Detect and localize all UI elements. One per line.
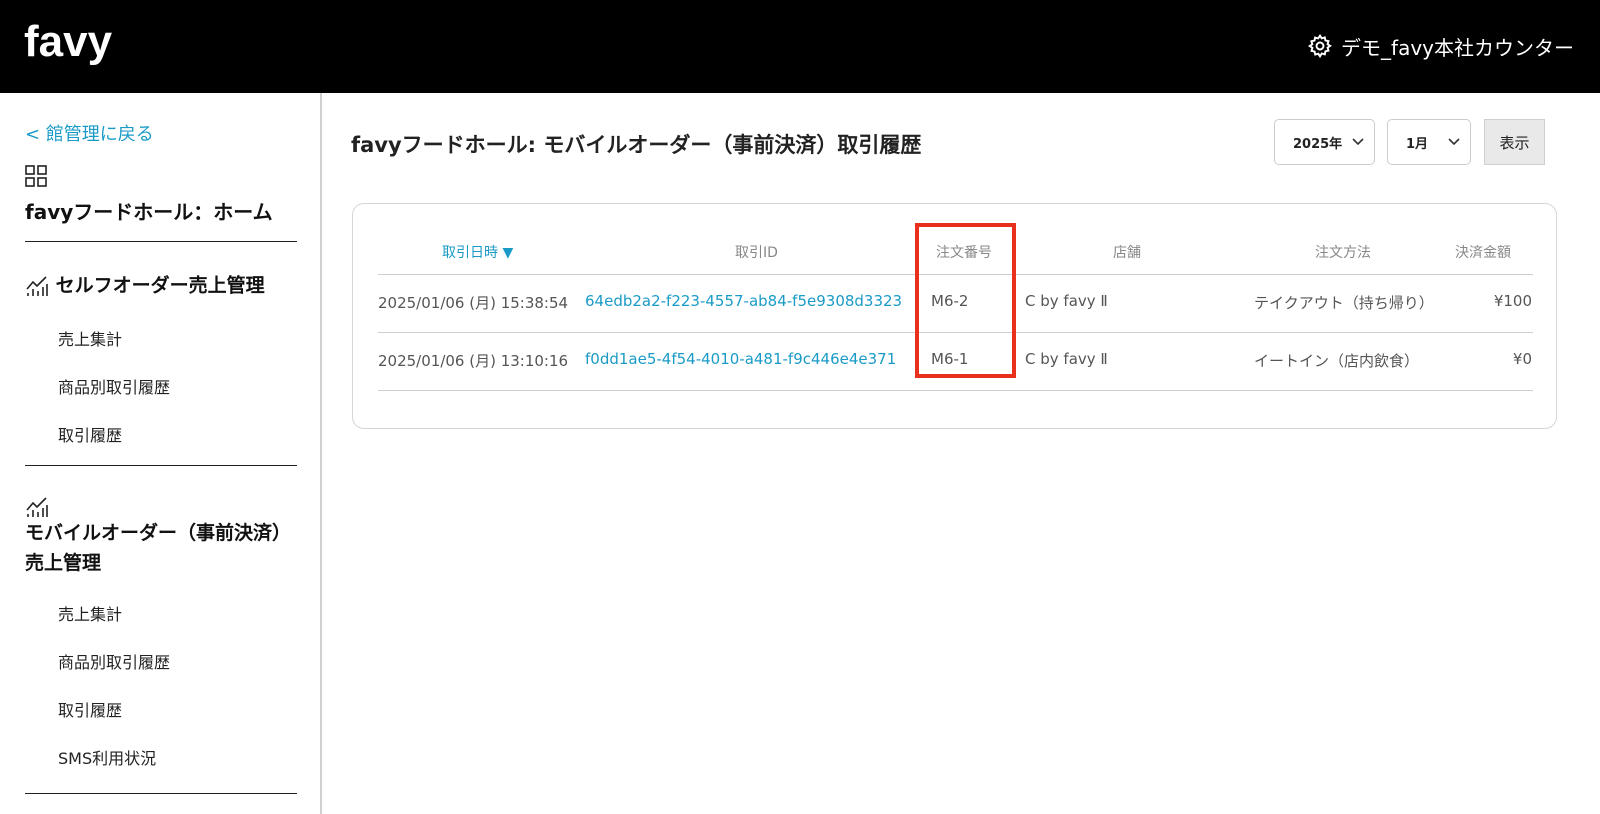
cell-transaction-id[interactable]: f0dd1ae5-4f54-4010-a481-f9c446e4e371 (585, 350, 896, 368)
sales-chart-icon (26, 497, 48, 517)
sidebar: < 館管理に戻る favyフードホール：ホーム セルフオーダー売上管理 売上集計… (0, 93, 322, 814)
chevron-down-icon (1448, 138, 1460, 146)
cell-order-method: イートイン（店内飲食） (1254, 352, 1420, 370)
sidebar-divider (25, 241, 297, 242)
sales-chart-icon (26, 275, 48, 296)
cell-store: C by favy Ⅱ (1025, 350, 1108, 368)
back-to-hall-link[interactable]: < 館管理に戻る (25, 120, 154, 146)
section-title-self-order: セルフオーダー売上管理 (25, 270, 265, 301)
column-header-datetime[interactable]: 取引日時 ▼ (442, 242, 513, 262)
sidebar-divider (25, 465, 297, 466)
nav-self-transaction-history[interactable]: 取引履歴 (58, 422, 122, 446)
gear-icon (1307, 33, 1332, 59)
store-selector[interactable]: デモ_favy本社カウンター (1307, 30, 1574, 62)
cell-amount: ¥0 (1512, 350, 1532, 368)
table-divider (378, 390, 1533, 391)
cell-datetime: 2025/01/06 (月) 13:10:16 (378, 352, 569, 370)
cell-store: C by favy Ⅱ (1025, 292, 1108, 310)
nav-sms-usage[interactable]: SMS利用状況 (58, 745, 156, 769)
chevron-down-icon (1352, 138, 1364, 146)
cell-transaction-id[interactable]: 64edb2a2-f223-4557-ab84-f5e9308d3323 (585, 292, 902, 310)
svg-text:favy: favy (24, 17, 113, 66)
grid-icon (25, 165, 47, 187)
cell-order-method: テイクアウト（持ち帰り） (1254, 294, 1434, 312)
cell-amount: ¥100 (1493, 292, 1532, 310)
favy-logo[interactable]: favy (24, 14, 134, 74)
order-number-highlight-box (915, 223, 1016, 378)
store-name: デモ_favy本社カウンター (1341, 35, 1574, 60)
section-title-mobile-order: モバイルオーダー（事前決済） 売上管理 (25, 522, 292, 574)
top-bar: favy デモ_favy本社カウンター (0, 0, 1600, 93)
show-button[interactable]: 表示 (1484, 119, 1545, 165)
column-header-store[interactable]: 店舗 (1113, 242, 1141, 262)
cell-datetime: 2025/01/06 (月) 15:38:54 (378, 294, 569, 312)
column-header-order-method[interactable]: 注文方法 (1315, 242, 1371, 262)
nav-self-product-history[interactable]: 商品別取引履歴 (58, 374, 170, 398)
sidebar-home-link[interactable]: favyフードホール：ホーム (25, 196, 273, 225)
nav-self-sales-summary[interactable]: 売上集計 (58, 326, 122, 350)
nav-mobile-sales-summary[interactable]: 売上集計 (58, 601, 122, 625)
sidebar-divider (25, 793, 297, 794)
year-select[interactable]: 2025年 (1274, 119, 1375, 165)
column-header-amount[interactable]: 決済金額 (1455, 242, 1511, 262)
column-header-transaction-id[interactable]: 取引ID (735, 242, 778, 262)
page-title: favyフードホール: モバイルオーダー（事前決済）取引履歴 (351, 133, 922, 157)
nav-mobile-transaction-history[interactable]: 取引履歴 (58, 697, 122, 721)
nav-mobile-product-history[interactable]: 商品別取引履歴 (58, 649, 170, 673)
month-select[interactable]: 1月 (1387, 119, 1471, 165)
